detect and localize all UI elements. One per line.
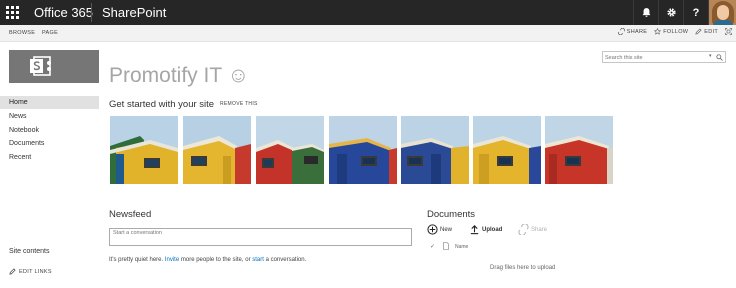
plus-circle-icon <box>427 224 438 235</box>
tile-your-site-your-brand[interactable] <box>401 116 469 184</box>
tile-add-lists-libraries[interactable] <box>256 116 324 184</box>
tab-browse[interactable]: BROWSE <box>9 30 35 36</box>
search-scope-dropdown-icon[interactable]: ▾ <box>709 53 712 59</box>
nav-item-news[interactable]: News <box>0 110 99 123</box>
upload-label: Upload <box>482 226 503 233</box>
sharepoint-app-title[interactable]: SharePoint <box>102 5 166 20</box>
gear-icon[interactable] <box>658 0 683 25</box>
pencil-icon <box>695 28 702 35</box>
tile-share-site[interactable] <box>110 116 178 184</box>
ribbon-actions: SHARE FOLLOW EDIT <box>617 28 732 35</box>
tab-page[interactable]: PAGE <box>42 30 58 36</box>
star-icon <box>654 28 662 35</box>
quiet-text-prefix: It's pretty quiet here. <box>109 257 165 263</box>
pencil-icon <box>9 268 16 275</box>
user-avatar[interactable] <box>708 0 736 25</box>
new-document-button[interactable]: New <box>427 224 452 235</box>
nav-item-recent[interactable]: Recent <box>0 151 99 164</box>
documents-heading[interactable]: Documents <box>427 209 475 220</box>
fullscreen-icon <box>725 28 732 35</box>
file-type-icon <box>443 242 449 250</box>
nav-item-notebook[interactable]: Notebook <box>0 124 99 137</box>
quiet-text-suffix: a conversation. <box>263 257 307 263</box>
share-action[interactable]: SHARE <box>617 28 648 35</box>
select-all-checkmark-icon[interactable]: ✓ <box>430 243 435 250</box>
tile-keep-email-in-context[interactable] <box>473 116 541 184</box>
sharepoint-logo-icon <box>30 56 51 76</box>
edit-label: EDIT <box>704 28 718 35</box>
follow-label: FOLLOW <box>663 28 689 35</box>
search-input[interactable] <box>605 53 709 62</box>
name-column-header[interactable]: Name <box>455 244 468 250</box>
upload-icon <box>470 225 479 235</box>
search-icon[interactable] <box>716 54 723 61</box>
help-icon[interactable]: ? <box>683 0 708 25</box>
invite-link[interactable]: Invite <box>165 257 179 263</box>
suite-right-controls: ? <box>633 0 736 25</box>
start-link[interactable]: start <box>252 257 264 263</box>
share-document-button[interactable]: Share <box>518 224 547 235</box>
get-started-heading: Get started with your site <box>109 99 215 110</box>
tile-whats-your-style[interactable] <box>329 116 397 184</box>
tile-make-a-site-app[interactable] <box>545 116 613 184</box>
focus-on-content-button[interactable] <box>725 28 732 35</box>
edit-links-label: EDIT LINKS <box>19 268 52 275</box>
ribbon-bar: BROWSE PAGE SHARE FOLLOW EDIT <box>0 25 736 42</box>
nav-item-home[interactable]: Home <box>0 96 99 109</box>
quiet-text-middle: more people to the site, or <box>179 257 253 263</box>
share-icon <box>518 224 529 235</box>
newsfeed-heading: Newsfeed <box>109 209 152 220</box>
follow-action[interactable]: FOLLOW <box>654 28 688 35</box>
bell-icon[interactable] <box>633 0 658 25</box>
edit-action[interactable]: EDIT <box>695 28 718 35</box>
nav-item-documents[interactable]: Documents <box>0 137 99 150</box>
office365-brand[interactable]: Office 365 <box>34 5 93 20</box>
app-launcher-icon[interactable] <box>0 0 25 25</box>
suite-bar: Office 365 SharePoint ? <box>0 0 736 25</box>
site-title[interactable]: Promotify IT ☺ <box>109 64 249 88</box>
newsfeed-empty-message: It's pretty quiet here. Invite more peop… <box>109 257 306 263</box>
tile-working-on-deadline[interactable] <box>183 116 251 184</box>
search-box[interactable]: ▾ <box>602 51 726 63</box>
share-doc-label: Share <box>531 226 548 233</box>
site-contents-link[interactable]: Site contents <box>9 248 49 255</box>
start-conversation-input[interactable] <box>109 228 412 246</box>
share-icon <box>617 28 625 35</box>
share-label: SHARE <box>626 28 648 35</box>
upload-button[interactable]: Upload <box>469 224 502 235</box>
drag-files-hint: Drag files here to upload <box>490 265 556 271</box>
remove-this-link[interactable]: REMOVE THIS <box>220 101 258 107</box>
edit-links-button[interactable]: EDIT LINKS <box>9 268 52 275</box>
site-logo[interactable] <box>9 50 99 83</box>
new-label: New <box>440 226 453 233</box>
suite-divider <box>91 3 92 22</box>
